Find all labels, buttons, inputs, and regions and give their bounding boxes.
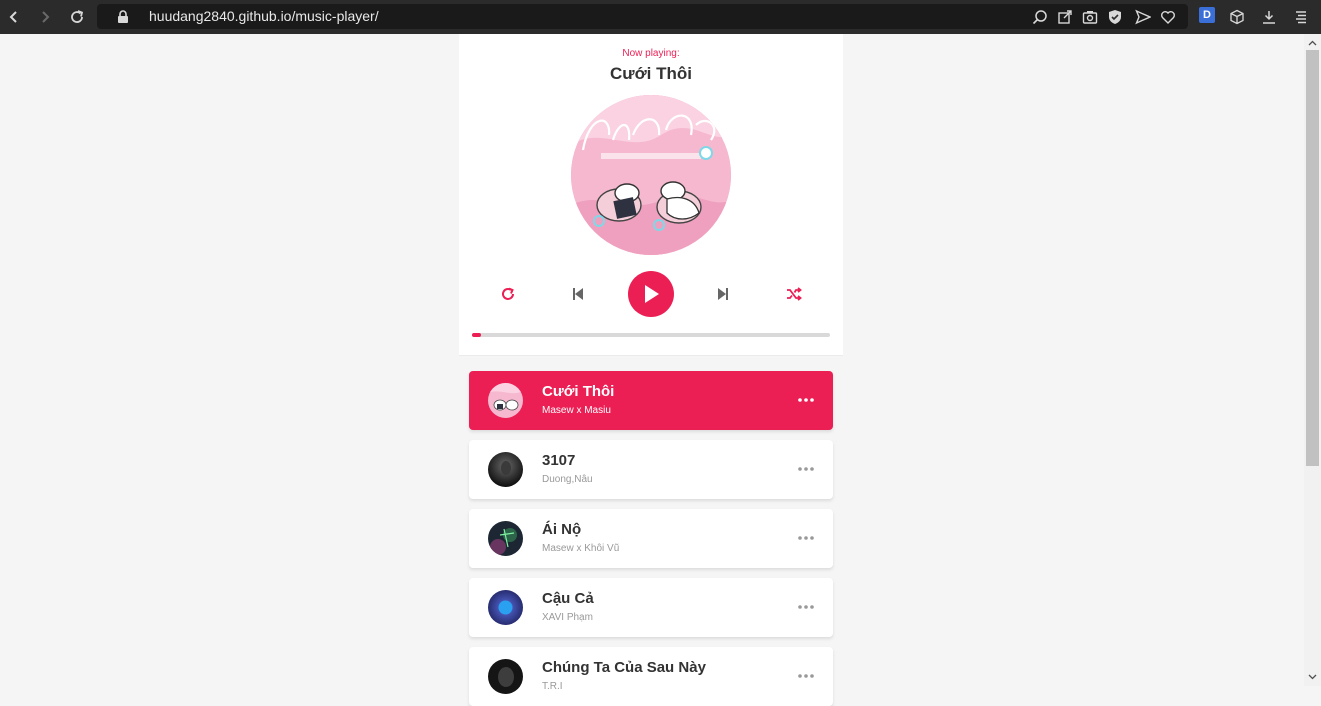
prev-button[interactable]: [567, 283, 589, 305]
song-title: Ái Nộ: [542, 521, 582, 538]
download-icon[interactable]: [1259, 7, 1279, 27]
song-author: Masew x Khôi Vũ: [542, 543, 620, 554]
ellipsis-icon: [798, 398, 814, 402]
progress-fill: [472, 333, 481, 337]
url-text: huudang2840.github.io/music-player/: [149, 8, 379, 24]
song-options-button[interactable]: [797, 391, 815, 409]
reload-icon[interactable]: [65, 5, 89, 29]
step-backward-icon: [573, 288, 583, 300]
player-controls: [459, 271, 843, 317]
now-playing-label: Now playing:: [622, 48, 680, 59]
song-author: XAVI Phạm: [542, 612, 593, 623]
playlist-item[interactable]: Chúng Ta Của Sau Này T.R.I: [469, 647, 833, 706]
song-title: Cưới Thôi: [542, 383, 615, 400]
playlist-item[interactable]: Ái Nộ Masew x Khôi Vũ: [469, 509, 833, 568]
song-thumbnail: [488, 521, 523, 556]
browser-toolbar: huudang2840.github.io/music-player/ D: [0, 0, 1321, 34]
forward-icon[interactable]: [33, 5, 57, 29]
scroll-up-icon[interactable]: [1304, 36, 1321, 50]
share-icon[interactable]: [1055, 7, 1075, 27]
ellipsis-icon: [798, 467, 814, 471]
shield-icon[interactable]: [1105, 7, 1125, 27]
song-title: Cậu Cả: [542, 590, 594, 607]
current-song-title: Cưới Thôi: [610, 64, 692, 83]
song-author: Masew x Masiu: [542, 405, 611, 416]
next-button[interactable]: [712, 283, 734, 305]
song-options-button[interactable]: [797, 460, 815, 478]
song-title: 3107: [542, 452, 576, 469]
menu-icon[interactable]: [1291, 7, 1311, 27]
send-icon[interactable]: [1133, 7, 1153, 27]
song-author: T.R.I: [542, 681, 563, 692]
page-scrollbar[interactable]: [1304, 34, 1321, 686]
album-art-image: [571, 95, 731, 255]
player-dashboard: Now playing: Cưới Thôi: [459, 34, 843, 356]
song-thumbnail: [488, 659, 523, 694]
song-author: Duong,Nâu: [542, 474, 593, 485]
scroll-down-icon[interactable]: [1304, 670, 1321, 684]
repeat-button[interactable]: [497, 283, 519, 305]
scrollbar-thumb[interactable]: [1306, 50, 1319, 466]
ellipsis-icon: [798, 674, 814, 678]
play-button[interactable]: [628, 271, 674, 317]
shuffle-icon: [787, 287, 802, 301]
back-icon[interactable]: [2, 5, 26, 29]
heart-icon[interactable]: [1158, 7, 1178, 27]
ellipsis-icon: [798, 536, 814, 540]
progress-slider[interactable]: [472, 333, 830, 337]
repeat-icon: [502, 287, 514, 300]
ellipsis-icon: [798, 605, 814, 609]
camera-icon[interactable]: [1080, 7, 1100, 27]
playlist-item-active[interactable]: Cưới Thôi Masew x Masiu: [469, 371, 833, 430]
song-title: Chúng Ta Của Sau Này: [542, 659, 706, 676]
random-button[interactable]: [783, 283, 805, 305]
address-bar[interactable]: huudang2840.github.io/music-player/: [97, 4, 1188, 29]
extension-d-icon[interactable]: D: [1199, 7, 1215, 23]
song-options-button[interactable]: [797, 667, 815, 685]
zoom-search-icon[interactable]: [1030, 7, 1050, 27]
song-options-button[interactable]: [797, 598, 815, 616]
song-options-button[interactable]: [797, 529, 815, 547]
step-forward-icon: [718, 288, 728, 300]
song-thumbnail: [488, 383, 523, 418]
song-thumbnail: [488, 452, 523, 487]
playlist-item[interactable]: 3107 Duong,Nâu: [469, 440, 833, 499]
playlist-item[interactable]: Cậu Cả XAVI Phạm: [469, 578, 833, 637]
lock-icon: [117, 9, 129, 28]
song-thumbnail: [488, 590, 523, 625]
play-icon: [645, 285, 659, 303]
box-icon[interactable]: [1227, 7, 1247, 27]
cd-thumbnail: [571, 95, 731, 255]
